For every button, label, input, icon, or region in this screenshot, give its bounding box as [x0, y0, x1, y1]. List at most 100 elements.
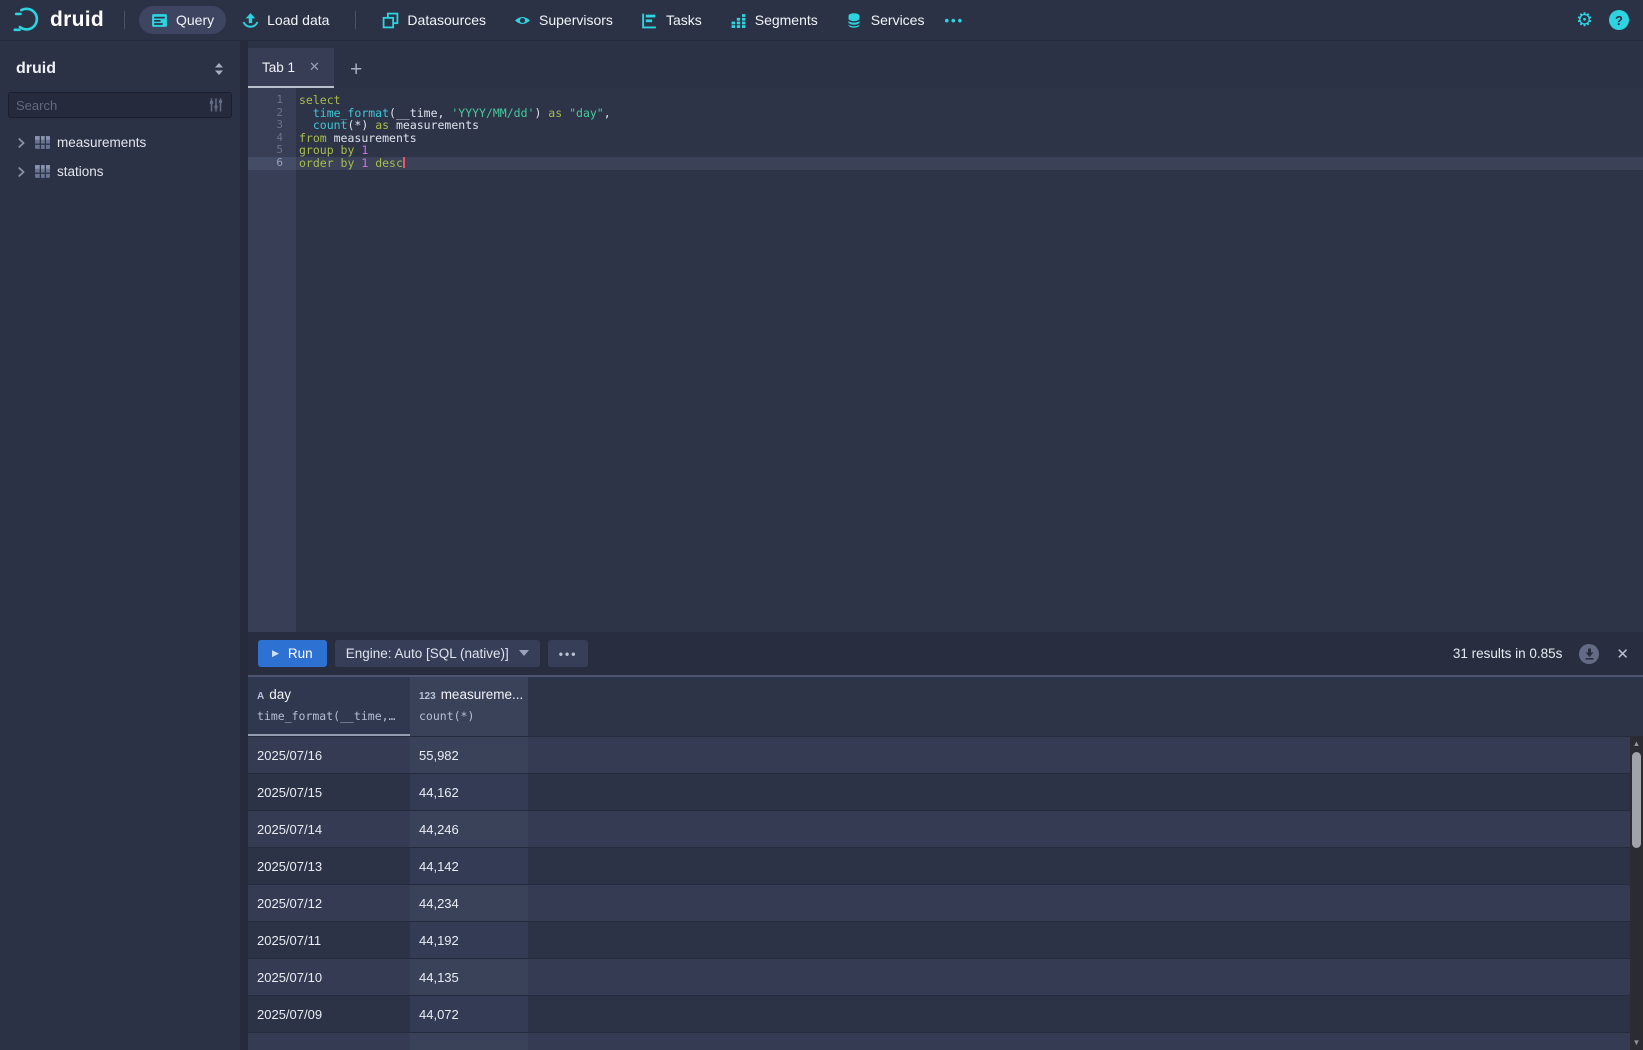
- cell-measurements[interactable]: 44,162: [410, 774, 528, 810]
- nav-item-label: Tasks: [666, 12, 702, 28]
- cell-day[interactable]: 2025/07/11: [248, 922, 410, 958]
- gear-icon[interactable]: ⚙: [1576, 11, 1593, 30]
- results-scrollbar[interactable]: ▲ ▼: [1630, 736, 1643, 1050]
- results-header: Adaytime_format(__time,…123measureme...c…: [248, 677, 1643, 736]
- row-filler: [528, 885, 1643, 921]
- results-table: Adaytime_format(__time,…123measureme...c…: [248, 677, 1643, 1050]
- cell-day[interactable]: 2025/07/15: [248, 774, 410, 810]
- cell-day[interactable]: 2025/07/10: [248, 959, 410, 995]
- code-token: as: [548, 106, 562, 120]
- cell-day[interactable]: 2025/07/14: [248, 811, 410, 847]
- cell-measurements[interactable]: 44,142: [410, 848, 528, 884]
- add-tab-button[interactable]: +: [334, 52, 378, 88]
- search-box: [8, 92, 232, 118]
- table-row[interactable]: 2025/07/1344,142: [248, 847, 1643, 884]
- table-row[interactable]: 2025/07/1444,246: [248, 810, 1643, 847]
- line-number: 1: [248, 94, 296, 107]
- help-icon[interactable]: ?: [1609, 10, 1629, 30]
- tree-item-label: measurements: [57, 135, 146, 150]
- nav-item-load-data[interactable]: Load data: [230, 6, 341, 34]
- table-row[interactable]: 2025/07/1544,162: [248, 773, 1643, 810]
- table-row[interactable]: 2025/07/1144,192: [248, 921, 1643, 958]
- code-line-4[interactable]: from measurements: [296, 132, 1643, 145]
- engine-select[interactable]: Engine: Auto [SQL (native)]: [335, 640, 540, 667]
- column-expression: count(*): [419, 709, 528, 723]
- run-button[interactable]: ▶ Run: [258, 640, 327, 667]
- datasource-tree: measurements stations: [0, 128, 240, 186]
- tab-close-icon[interactable]: ✕: [309, 59, 320, 75]
- chevron-right-icon[interactable]: [14, 136, 28, 150]
- table-icon: [34, 135, 51, 150]
- database-icon: [846, 12, 863, 29]
- top-navigation: druid Query Load data DatasourcesSuperviso…: [0, 0, 1643, 40]
- nav-item-tasks[interactable]: Tasks: [629, 6, 714, 34]
- line-number: 2: [248, 107, 296, 120]
- druid-swirl-icon: [12, 5, 42, 35]
- panel-divider: [240, 40, 248, 1050]
- nav-item-services[interactable]: Services: [834, 6, 937, 34]
- scrollbar-up-icon[interactable]: ▲: [1630, 737, 1643, 750]
- table-icon: [34, 164, 51, 179]
- nav-item-label: Load data: [267, 12, 329, 28]
- chevron-right-icon[interactable]: [14, 165, 28, 179]
- cell-measurements[interactable]: 44,135: [410, 959, 528, 995]
- cell-measurements[interactable]: 44,192: [410, 922, 528, 958]
- code-line-3[interactable]: count(*) as measurements: [296, 119, 1643, 132]
- scrollbar-down-icon[interactable]: ▼: [1630, 1036, 1643, 1049]
- table-row[interactable]: 2025/07/1655,982: [248, 736, 1643, 773]
- results-status: 31 results in 0.85s: [1453, 646, 1563, 661]
- nav-item-datasources[interactable]: Datasources: [370, 6, 498, 34]
- tab-tab1[interactable]: Tab 1 ✕: [248, 48, 334, 88]
- results-body[interactable]: 2025/07/1655,9822025/07/1544,1622025/07/…: [248, 736, 1643, 1050]
- table-row[interactable]: 2025/07/0944,072: [248, 995, 1643, 1032]
- close-results-icon[interactable]: ✕: [1616, 645, 1629, 663]
- engine-label: Engine: Auto [SQL (native)]: [346, 646, 509, 661]
- nav-item-query[interactable]: Query: [139, 6, 226, 34]
- code-token: order by: [299, 156, 354, 170]
- console-icon: [151, 12, 168, 29]
- cell-day[interactable]: 2025/07/09: [248, 996, 410, 1032]
- sql-editor[interactable]: 123456 select time_format(__time, 'YYYY/…: [248, 88, 1643, 632]
- column-name: day: [269, 687, 291, 702]
- nav-item-segments[interactable]: Segments: [718, 6, 830, 34]
- code-line-5[interactable]: group by 1: [296, 144, 1643, 157]
- nav-divider: [355, 11, 356, 29]
- code-line-2[interactable]: time_format(__time, 'YYYY/MM/dd') as "da…: [296, 107, 1643, 120]
- code-token: ): [534, 106, 548, 120]
- sidebar: druid measurements stations: [0, 40, 240, 1050]
- download-icon[interactable]: [1579, 644, 1599, 664]
- run-bar: ▶ Run Engine: Auto [SQL (native)] ••• 31…: [248, 632, 1643, 675]
- table-row[interactable]: 2025/07/1044,135: [248, 958, 1643, 995]
- editor-code[interactable]: select time_format(__time, 'YYYY/MM/dd')…: [296, 88, 1643, 632]
- column-type-icon: A: [257, 691, 264, 702]
- scrollbar-thumb[interactable]: [1632, 752, 1641, 848]
- column-header-day[interactable]: Adaytime_format(__time,…: [248, 677, 410, 736]
- query-tab-bar: Tab 1 ✕ +: [248, 48, 1643, 88]
- cell-day[interactable]: 2025/07/12: [248, 885, 410, 921]
- cell-measurements[interactable]: 44,234: [410, 885, 528, 921]
- cell-day[interactable]: 2025/07/16: [248, 737, 410, 773]
- header-filler: [528, 677, 1643, 736]
- cell-day[interactable]: 2025/07/13: [248, 848, 410, 884]
- play-icon: ▶: [272, 648, 279, 659]
- double-caret-icon: [212, 61, 226, 77]
- cell-measurements[interactable]: 44,246: [410, 811, 528, 847]
- row-filler: [528, 737, 1643, 773]
- query-more-button[interactable]: •••: [548, 640, 589, 667]
- topnav-right: ⚙ ?: [1576, 10, 1643, 30]
- column-header-measurements[interactable]: 123measureme...count(*): [410, 677, 528, 736]
- table-row[interactable]: 2025/07/1244,234: [248, 884, 1643, 921]
- nav-item-label: Query: [176, 12, 214, 28]
- code-line-6[interactable]: order by 1 desc: [296, 157, 1643, 170]
- nav-more-button[interactable]: •••: [936, 13, 972, 28]
- filter-icon[interactable]: [208, 97, 224, 113]
- druid-logo[interactable]: druid: [0, 5, 114, 35]
- tree-item-label: stations: [57, 164, 104, 179]
- schema-selector[interactable]: druid: [0, 40, 240, 90]
- search-input[interactable]: [16, 98, 208, 113]
- tree-item-stations[interactable]: stations: [0, 157, 240, 186]
- nav-item-supervisors[interactable]: Supervisors: [502, 6, 625, 34]
- tree-item-measurements[interactable]: measurements: [0, 128, 240, 157]
- cell-measurements[interactable]: 44,072: [410, 996, 528, 1032]
- cell-measurements[interactable]: 55,982: [410, 737, 528, 773]
